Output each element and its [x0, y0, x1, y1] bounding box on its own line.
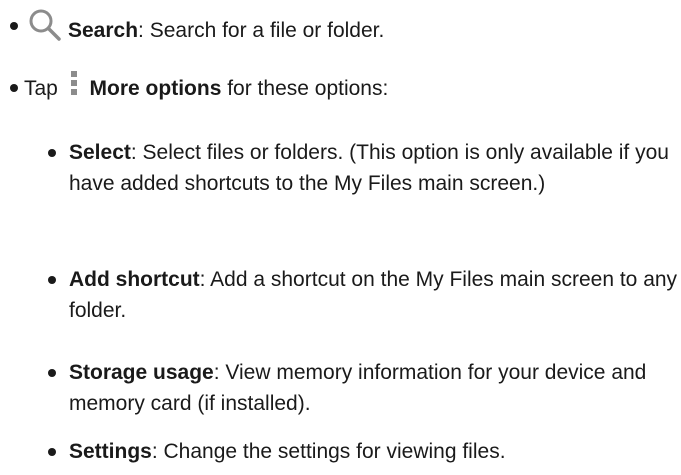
item-description: for these options:	[227, 77, 389, 101]
item-text: Select: Select files or folders. (This o…	[69, 137, 669, 199]
item-title: Storage usage	[69, 361, 214, 384]
search-icon	[28, 8, 62, 51]
item-title: Add shortcut	[69, 268, 200, 291]
item-text: Storage usage: View memory information f…	[69, 357, 669, 419]
item-title: More options	[89, 77, 222, 101]
item-text: Add shortcut: Add a shortcut on the My F…	[69, 264, 679, 326]
bullet	[48, 276, 56, 284]
more-options-icon	[70, 70, 78, 105]
item-text: Tap More options for these options:	[24, 70, 389, 107]
item-description: : Change the settings for viewing files.	[151, 440, 506, 463]
item-prefix: Tap	[24, 77, 58, 101]
document: Search: Search for a file or folder. Tap…	[0, 0, 681, 475]
item-title: Select	[69, 141, 131, 164]
item-description: : Search for a file or folder.	[138, 19, 385, 43]
item-text: Search: Search for a file or folder.	[24, 8, 385, 53]
bullet	[10, 22, 18, 30]
item-description: : Select files or folders. (This option …	[69, 141, 669, 195]
bullet	[10, 84, 18, 92]
item-text: Settings: Change the settings for viewin…	[69, 436, 681, 467]
item-title: Search	[68, 19, 139, 43]
bullet	[48, 448, 56, 456]
bullet	[48, 369, 56, 377]
item-title: Settings	[69, 440, 152, 463]
bullet	[48, 149, 56, 157]
